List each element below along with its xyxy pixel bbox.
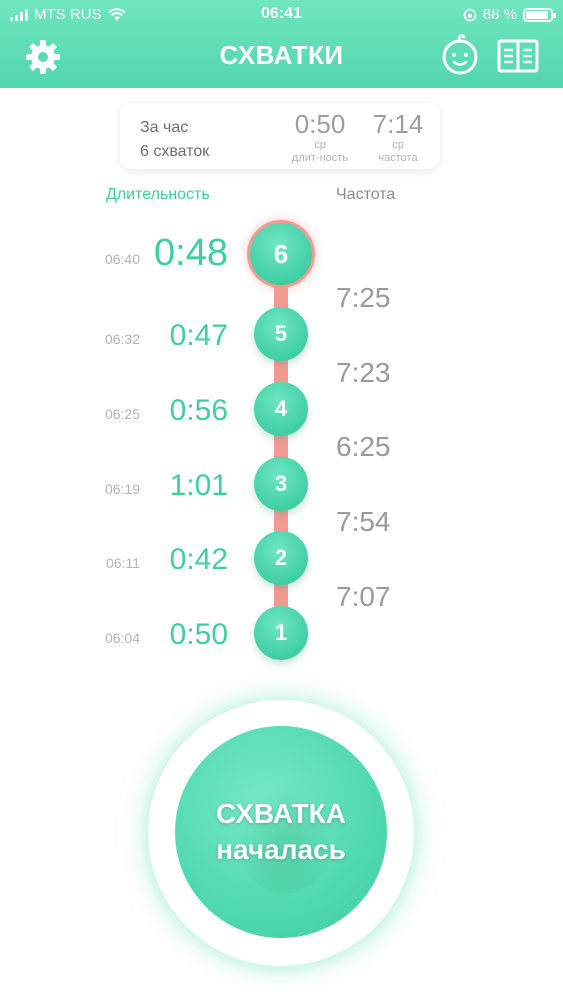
contraction-node-active[interactable]: 6 (247, 220, 315, 288)
contraction-duration: 0:48 (154, 232, 228, 274)
contraction-started-button[interactable]: СХВАТКА началась (175, 726, 387, 938)
contraction-node[interactable]: 4 (254, 382, 308, 436)
contraction-node[interactable]: 5 (254, 307, 308, 361)
summary-count: 6 схваток (140, 143, 210, 160)
contraction-duration: 0:50 (169, 618, 228, 651)
contraction-node[interactable]: 2 (254, 531, 308, 585)
summary-text: За час 6 схваток (140, 116, 209, 164)
interval-value: 7:25 (336, 282, 391, 313)
frequency-column-header: Частота (336, 186, 396, 203)
contraction-duration: 1:01 (169, 469, 228, 502)
interval-value: 7:54 (336, 506, 391, 537)
battery-icon (523, 7, 556, 22)
avg-duration-label-2: длит-ность (291, 152, 349, 164)
interval-value: 7:07 (336, 581, 391, 612)
avg-duration-stat: 0:50 ср длит-ность (280, 109, 360, 165)
contraction-duration: 0:42 (169, 543, 228, 576)
contraction-duration: 0:56 (169, 394, 228, 427)
avg-frequency-label-1: ср (392, 139, 404, 151)
summary-period: За час (140, 119, 189, 136)
hourly-summary-card: За час 6 схваток 0:50 ср длит-ность 7:14… (120, 103, 440, 169)
duration-column-header: Длительность (106, 186, 210, 203)
avg-frequency-label-2: частота (378, 152, 418, 164)
avg-frequency-stat: 7:14 ср частота (364, 109, 432, 165)
battery-label: 88 % (482, 6, 517, 23)
button-label-line2: началась (216, 834, 346, 865)
status-right: 88 % (463, 6, 556, 23)
avg-duration-label-1: ср (314, 139, 326, 151)
button-label-line1: СХВАТКА (216, 798, 346, 829)
avg-frequency-value: 7:14 (372, 109, 424, 139)
book-icon[interactable] (496, 38, 540, 74)
contraction-duration: 0:47 (169, 319, 228, 352)
avg-duration-value: 0:50 (294, 109, 346, 139)
baby-face-icon[interactable] (438, 32, 482, 76)
status-bar: MTS RUS 06:41 88 % (0, 0, 563, 30)
contraction-node[interactable]: 3 (254, 457, 308, 511)
app-header: MTS RUS 06:41 88 % СХВАТКИ (0, 0, 563, 88)
orientation-lock-icon (463, 8, 477, 21)
contraction-node[interactable]: 1 (254, 606, 308, 660)
interval-value: 6:25 (336, 431, 391, 462)
interval-value: 7:23 (336, 357, 391, 388)
